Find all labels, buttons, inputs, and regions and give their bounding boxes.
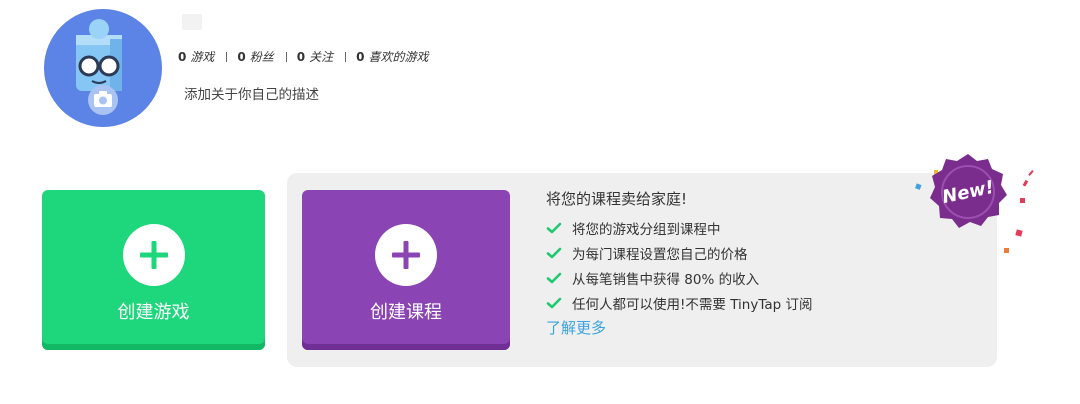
- username-placeholder[interactable]: [182, 14, 202, 30]
- create-game-button[interactable]: 创建游戏: [42, 190, 265, 350]
- profile-avatar[interactable]: [44, 9, 162, 127]
- course-promo-info: 将您的课程卖给家庭! 将您的游戏分组到课程中 为每门课程设置您自己的价格 从每笔…: [546, 188, 812, 338]
- feature-item: 任何人都可以使用!不需要 TinyTap 订阅: [546, 290, 812, 315]
- separator: [226, 51, 228, 62]
- stat-followers[interactable]: 0 粉丝: [214, 48, 274, 65]
- feature-item: 从每笔销售中获得 80% 的收入: [546, 265, 812, 290]
- plus-icon: [122, 224, 185, 286]
- feature-item: 将您的游戏分组到课程中: [546, 215, 812, 240]
- feature-item: 为每门课程设置您自己的价格: [546, 240, 812, 265]
- create-course-label: 创建课程: [370, 302, 442, 323]
- learn-more-link[interactable]: 了解更多: [546, 317, 606, 338]
- stat-following[interactable]: 0 关注: [274, 48, 333, 65]
- stat-liked-games[interactable]: 0 喜欢的游戏: [333, 48, 429, 65]
- profile-stats: 0 游戏 0 粉丝 0 关注 0 喜欢的游戏: [178, 48, 429, 65]
- check-icon: [546, 272, 562, 283]
- new-badge: New!: [912, 150, 1042, 264]
- separator: [345, 51, 347, 62]
- plus-icon: [375, 224, 437, 286]
- add-description-prompt[interactable]: 添加关于你自己的描述: [184, 83, 319, 103]
- check-icon: [546, 222, 562, 233]
- create-course-button[interactable]: 创建课程: [302, 190, 510, 350]
- check-icon: [546, 297, 562, 308]
- stat-games[interactable]: 0 游戏: [178, 48, 214, 65]
- course-promo-title: 将您的课程卖给家庭!: [546, 190, 688, 208]
- separator: [285, 51, 287, 62]
- check-icon: [546, 247, 562, 258]
- create-game-label: 创建游戏: [117, 302, 190, 323]
